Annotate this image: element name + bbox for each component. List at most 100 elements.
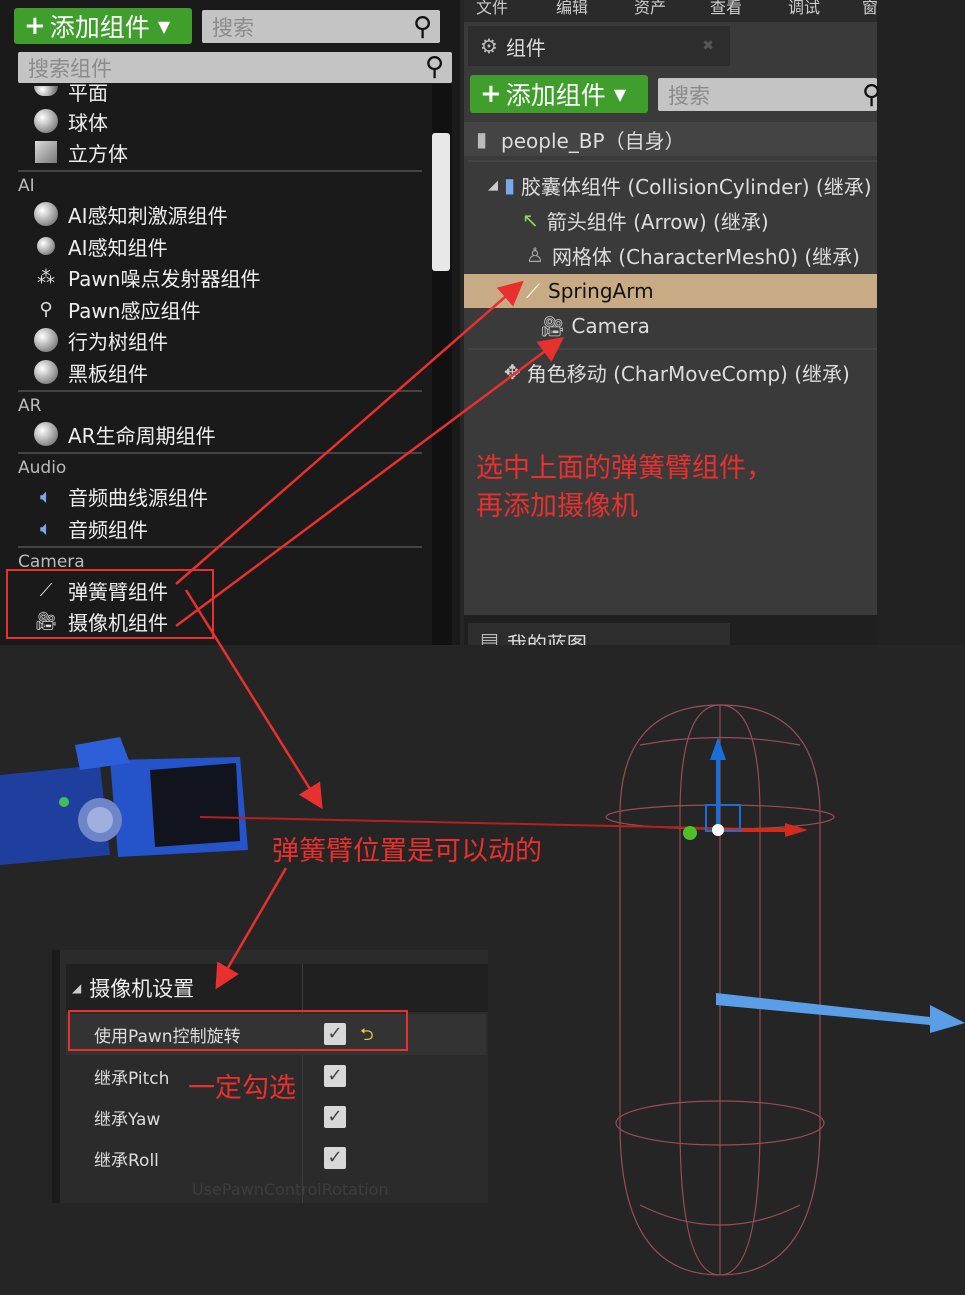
search-icon: ⚲ <box>412 12 432 42</box>
annotation-select-springarm: 选中上面的弹簧臂组件， <box>476 453 773 484</box>
menu-bar: 文件 编辑 资产 查看 调试 窗 <box>464 0 877 22</box>
sphere-icon <box>32 107 60 135</box>
row-inherit-roll: 继承Roll ✓ <box>66 1138 486 1179</box>
item-label: 音频组件 <box>68 517 148 542</box>
checkbox-inherit-pitch[interactable]: ✓ <box>324 1065 346 1087</box>
ar-lifecycle-icon <box>32 420 60 448</box>
menu-debug[interactable]: 调试 <box>788 0 820 18</box>
item-label: AR生命周期组件 <box>68 423 216 448</box>
list-item-audio-curve[interactable]: 🔈︎ 音频曲线源组件 <box>18 481 208 511</box>
category-ar[interactable]: AR <box>18 396 41 416</box>
tree-root[interactable]: ▮ people_BP（自身） <box>464 122 877 156</box>
add-component-label: 添加组件 <box>49 13 150 42</box>
annotation-must-check: 一定勾选 <box>188 1073 296 1104</box>
item-label: 立方体 <box>68 141 128 166</box>
annotation-add-camera: 再添加摄像机 <box>476 491 638 522</box>
component-list: 平面 球体 立方体 AI AI感知刺激源组件 AI感知组件 ⁂ Pawn噪点发射器… <box>18 84 438 645</box>
list-item-ar-lifecycle[interactable]: AR生命周期组件 <box>18 419 216 449</box>
add-component-button[interactable]: + 添加组件 ▼ <box>14 8 192 44</box>
menu-asset[interactable]: 资产 <box>634 0 666 18</box>
component-search-input[interactable]: 搜索组件 ⚲ <box>18 52 452 83</box>
chevron-down-icon: ▼ <box>613 84 627 104</box>
tree-root-label: people_BP（自身） <box>501 128 685 153</box>
list-item-ai-perception[interactable]: AI感知组件 <box>18 231 168 261</box>
top-search-input[interactable]: 搜索 ⚲ <box>202 10 440 43</box>
ai-stimuli-icon <box>32 200 60 228</box>
item-label: 黑板组件 <box>68 361 148 386</box>
menu-edit[interactable]: 编辑 <box>556 0 588 18</box>
divider <box>468 348 877 350</box>
tree-item-camera[interactable]: 🎥︎ Camera <box>464 309 877 343</box>
viewport-edge <box>877 0 965 645</box>
menu-view[interactable]: 查看 <box>710 0 742 18</box>
tab-my-blueprint[interactable]: ▤ 我的蓝图 <box>468 623 730 645</box>
tree-item-mesh[interactable]: ♙ 网格体 (CharacterMesh0) (继承) <box>464 238 877 272</box>
item-label: 行为树组件 <box>68 329 168 354</box>
menu-window[interactable]: 窗 <box>862 0 877 18</box>
close-icon[interactable]: ✖ <box>702 38 714 54</box>
category-ai[interactable]: AI <box>18 176 35 196</box>
tab-components[interactable]: ⚙ 组件 ✖ <box>468 26 730 66</box>
camera-mesh-icon <box>0 737 248 865</box>
list-item-ai-stimuli[interactable]: AI感知刺激源组件 <box>18 199 228 229</box>
list-item-cube[interactable]: 立方体 <box>18 137 128 167</box>
section-title: 摄像机设置 <box>89 977 195 1001</box>
tree-item-capsule[interactable]: ◢ ▮ 胶囊体组件 (CollisionCylinder) (继承) <box>464 168 877 202</box>
list-item-pawn-sensing[interactable]: ⚲ Pawn感应组件 <box>18 294 200 324</box>
item-label: 球体 <box>68 110 108 135</box>
list-item-sphere[interactable]: 球体 <box>18 106 108 136</box>
item-label: AI感知组件 <box>68 235 168 260</box>
item-label: 平面 <box>68 84 108 105</box>
tree-item-label: 胶囊体组件 (CollisionCylinder) (继承) <box>521 174 872 199</box>
add-component-button-right[interactable]: + 添加组件 ▼ <box>470 75 648 113</box>
section-header[interactable]: ◢ 摄像机设置 <box>66 964 488 1012</box>
item-label: Pawn噪点发射器组件 <box>68 266 261 291</box>
components-search-input[interactable]: 搜索 ⚲ <box>658 78 881 111</box>
list-item-noise-emitter[interactable]: ⁂ Pawn噪点发射器组件 <box>18 262 260 292</box>
row-label: 继承Yaw <box>94 1110 161 1130</box>
component-search-placeholder: 搜索组件 <box>28 56 112 81</box>
plane-icon <box>32 84 60 105</box>
capsule-icon: ▮ <box>504 173 516 197</box>
character-movement-icon: ✥ <box>504 360 521 384</box>
collapse-triangle-icon[interactable]: ◢ <box>488 178 498 193</box>
item-label: Pawn感应组件 <box>68 298 201 323</box>
list-item-plane[interactable]: 平面 <box>18 84 108 106</box>
checkbox-inherit-roll[interactable]: ✓ <box>324 1147 346 1169</box>
mesh-icon: ♙ <box>526 243 544 267</box>
add-component-label: 添加组件 <box>505 81 606 110</box>
list-item-audio[interactable]: 🔈︎ 音频组件 <box>18 513 148 543</box>
audio-icon: 🔈︎ <box>40 516 52 540</box>
top-search-placeholder: 搜索 <box>212 15 254 40</box>
list-item-blackboard[interactable]: 黑板组件 <box>18 357 148 387</box>
category-audio[interactable]: Audio <box>18 458 66 478</box>
collapse-triangle-icon[interactable]: ◢ <box>72 981 81 995</box>
components-panel: 文件 编辑 资产 查看 调试 窗 ⚙ 组件 ✖ + 添加组件 ▼ 搜索 ⚲ ▮ pe… <box>464 0 881 645</box>
tree-item-label: 网格体 (CharacterMesh0) (继承) <box>551 244 860 269</box>
blueprint-icon: ▤ <box>480 628 499 645</box>
list-item-behavior-tree[interactable]: 行为树组件 <box>18 325 168 355</box>
pawn-sensing-icon: ⚲ <box>39 298 53 320</box>
checkbox-inherit-yaw[interactable]: ✓ <box>324 1106 346 1128</box>
tree-item-arrow[interactable]: ↖ 箭头组件 (Arrow) (继承) <box>464 203 877 237</box>
tree-item-movement[interactable]: ✥ 角色移动 (CharMoveComp) (继承) <box>464 355 877 389</box>
chevron-down-icon: ▼ <box>157 16 171 36</box>
behavior-tree-icon <box>32 326 60 354</box>
spring-arm-icon: ⟋ <box>526 279 540 303</box>
forward-arrow-icon <box>716 993 965 1033</box>
arrow-icon: ↖ <box>522 208 539 232</box>
camera-icon: 🎥︎ <box>540 314 566 338</box>
components-icon: ⚙ <box>480 34 498 58</box>
ai-perception-icon <box>32 232 60 260</box>
annotation-springarm-movable: 弹簧臂位置是可以动的 <box>272 836 542 867</box>
menu-file[interactable]: 文件 <box>476 0 508 18</box>
highlight-box-use-pawn-rotation <box>68 1010 408 1051</box>
audio-curve-icon: 🔈︎ <box>40 484 52 508</box>
highlight-box-camera-items <box>6 569 214 639</box>
actor-icon: ▮ <box>476 127 488 151</box>
tree-item-springarm[interactable]: ⟋ SpringArm <box>464 274 877 308</box>
add-component-dropdown: + 添加组件 ▼ 搜索 ⚲ 搜索组件 ⚲ 平面 球体 立方体 AI AI感知刺激源组… <box>0 0 460 645</box>
divider <box>468 160 877 162</box>
divider <box>18 452 422 454</box>
tree-item-label: Camera <box>571 314 650 338</box>
